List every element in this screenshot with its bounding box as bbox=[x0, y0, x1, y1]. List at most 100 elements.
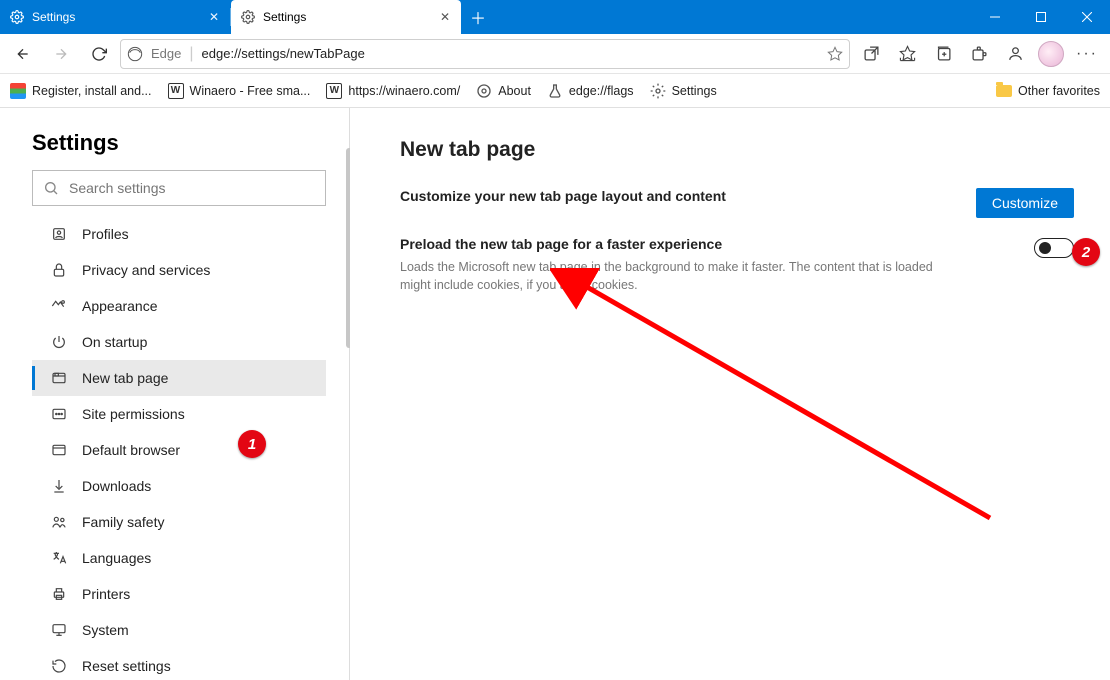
settings-main-pane: New tab page Customize your new tab page… bbox=[350, 108, 1110, 680]
gear-icon bbox=[476, 83, 492, 99]
annotation-badge-1: 1 bbox=[238, 430, 266, 458]
sidebar-item-label: On startup bbox=[82, 334, 147, 350]
url-separator: | bbox=[189, 45, 193, 63]
sidebar-item-appearance[interactable]: Appearance bbox=[32, 288, 326, 324]
settings-nav-list: Profiles Privacy and services Appearance On… bbox=[32, 216, 326, 680]
appearance-icon bbox=[50, 298, 68, 314]
browser-icon bbox=[50, 442, 68, 458]
sidebar-item-default-browser[interactable]: Default browser bbox=[32, 432, 326, 468]
bookmark-item[interactable]: Settings bbox=[650, 83, 717, 99]
search-input-field[interactable] bbox=[69, 180, 315, 196]
tab-label: Settings bbox=[263, 10, 306, 24]
favicon-icon: W bbox=[168, 83, 184, 99]
person-icon[interactable] bbox=[998, 39, 1032, 69]
setting-title: Preload the new tab page for a faster ex… bbox=[400, 236, 1034, 252]
bookmark-label: About bbox=[498, 84, 531, 98]
sidebar-item-profiles[interactable]: Profiles bbox=[32, 216, 326, 252]
edge-icon bbox=[127, 46, 143, 62]
browser-tab-settings-inactive[interactable]: Settings ✕ bbox=[0, 0, 230, 34]
bookmarks-bar: Register, install and... W Winaero - Free… bbox=[0, 74, 1110, 108]
forward-button[interactable] bbox=[44, 39, 78, 69]
sidebar-item-reset-settings[interactable]: Reset settings bbox=[32, 648, 326, 680]
favicon-icon: W bbox=[326, 83, 342, 99]
url-text: edge://settings/newTabPage bbox=[202, 46, 365, 61]
gear-icon bbox=[650, 83, 666, 99]
sidebar-item-label: New tab page bbox=[82, 370, 168, 386]
back-button[interactable] bbox=[6, 39, 40, 69]
window-controls bbox=[972, 0, 1110, 34]
setting-title: Customize your new tab page layout and c… bbox=[400, 188, 976, 204]
toggle-knob bbox=[1039, 242, 1051, 254]
sidebar-item-languages[interactable]: Languages bbox=[32, 540, 326, 576]
close-window-button[interactable] bbox=[1064, 0, 1110, 34]
sidebar-item-label: Languages bbox=[82, 550, 151, 566]
folder-icon bbox=[996, 85, 1012, 97]
preload-toggle[interactable] bbox=[1034, 238, 1074, 258]
system-icon bbox=[50, 622, 68, 638]
bookmark-label: Settings bbox=[672, 84, 717, 98]
sidebar-item-label: Default browser bbox=[82, 442, 180, 458]
power-icon bbox=[50, 334, 68, 350]
profile-icon bbox=[50, 226, 68, 242]
sidebar-item-family-safety[interactable]: Family safety bbox=[32, 504, 326, 540]
sidebar-item-site-permissions[interactable]: Site permissions bbox=[32, 396, 326, 432]
lock-icon bbox=[50, 262, 68, 278]
sidebar-item-on-startup[interactable]: On startup bbox=[32, 324, 326, 360]
new-tab-button[interactable]: ＋ bbox=[461, 0, 495, 34]
bookmark-item[interactable]: Whttps://winaero.com/ bbox=[326, 83, 460, 99]
gear-icon bbox=[241, 10, 255, 24]
bookmark-item[interactable]: Register, install and... bbox=[10, 83, 152, 99]
extensions-icon[interactable] bbox=[962, 39, 996, 69]
tab-label: Settings bbox=[32, 10, 75, 24]
sidebar-item-privacy-and-services[interactable]: Privacy and services bbox=[32, 252, 326, 288]
bookmark-label: Winaero - Free sma... bbox=[190, 84, 311, 98]
page-content: Settings Profiles Privacy and services App… bbox=[0, 108, 1110, 680]
sidebar-item-system[interactable]: System bbox=[32, 612, 326, 648]
printer-icon bbox=[50, 586, 68, 602]
search-settings-input[interactable] bbox=[32, 170, 326, 206]
page-heading: New tab page bbox=[400, 138, 1074, 162]
setting-row-customize: Customize your new tab page layout and c… bbox=[400, 188, 1074, 218]
share-icon[interactable] bbox=[854, 39, 888, 69]
sidebar-item-label: Reset settings bbox=[82, 658, 171, 674]
sidebar-item-printers[interactable]: Printers bbox=[32, 576, 326, 612]
star-icon[interactable] bbox=[827, 46, 843, 62]
sidebar-item-label: Family safety bbox=[82, 514, 164, 530]
sidebar-item-label: Profiles bbox=[82, 226, 129, 242]
window-titlebar: Settings ✕ Settings ✕ ＋ bbox=[0, 0, 1110, 34]
sidebar-item-label: System bbox=[82, 622, 129, 638]
language-icon bbox=[50, 550, 68, 566]
collections-icon[interactable] bbox=[926, 39, 960, 69]
customize-button[interactable]: Customize bbox=[976, 188, 1074, 218]
bookmark-item[interactable]: W Winaero - Free sma... bbox=[168, 83, 311, 99]
permissions-icon bbox=[50, 406, 68, 422]
favicon-icon bbox=[10, 83, 26, 99]
bookmark-item[interactable]: edge://flags bbox=[547, 83, 634, 99]
gear-icon bbox=[10, 10, 24, 24]
sidebar-item-label: Printers bbox=[82, 586, 130, 602]
url-app-label: Edge bbox=[151, 46, 181, 61]
reset-icon bbox=[50, 658, 68, 674]
sidebar-title: Settings bbox=[32, 130, 326, 156]
close-tab-icon[interactable]: ✕ bbox=[439, 11, 451, 23]
address-bar-row: Edge | edge://settings/newTabPage ··· bbox=[0, 34, 1110, 74]
browser-tab-settings-active[interactable]: Settings ✕ bbox=[231, 0, 461, 34]
sidebar-item-label: Appearance bbox=[82, 298, 158, 314]
favorites-icon[interactable] bbox=[890, 39, 924, 69]
close-tab-icon[interactable]: ✕ bbox=[208, 11, 220, 23]
maximize-button[interactable] bbox=[1018, 0, 1064, 34]
bookmark-label: Register, install and... bbox=[32, 84, 152, 98]
profile-avatar[interactable] bbox=[1034, 39, 1068, 69]
minimize-button[interactable] bbox=[972, 0, 1018, 34]
bookmark-item[interactable]: About bbox=[476, 83, 531, 99]
bookmark-label: https://winaero.com/ bbox=[348, 84, 460, 98]
sidebar-item-new-tab-page[interactable]: New tab page bbox=[32, 360, 326, 396]
sidebar-item-label: Privacy and services bbox=[82, 262, 210, 278]
tab-icon bbox=[50, 370, 68, 386]
annotation-badge-2: 2 bbox=[1072, 238, 1100, 266]
address-bar[interactable]: Edge | edge://settings/newTabPage bbox=[120, 39, 850, 69]
refresh-button[interactable] bbox=[82, 39, 116, 69]
sidebar-item-downloads[interactable]: Downloads bbox=[32, 468, 326, 504]
more-menu-icon[interactable]: ··· bbox=[1070, 39, 1104, 69]
other-favorites-button[interactable]: Other favorites bbox=[996, 84, 1100, 98]
